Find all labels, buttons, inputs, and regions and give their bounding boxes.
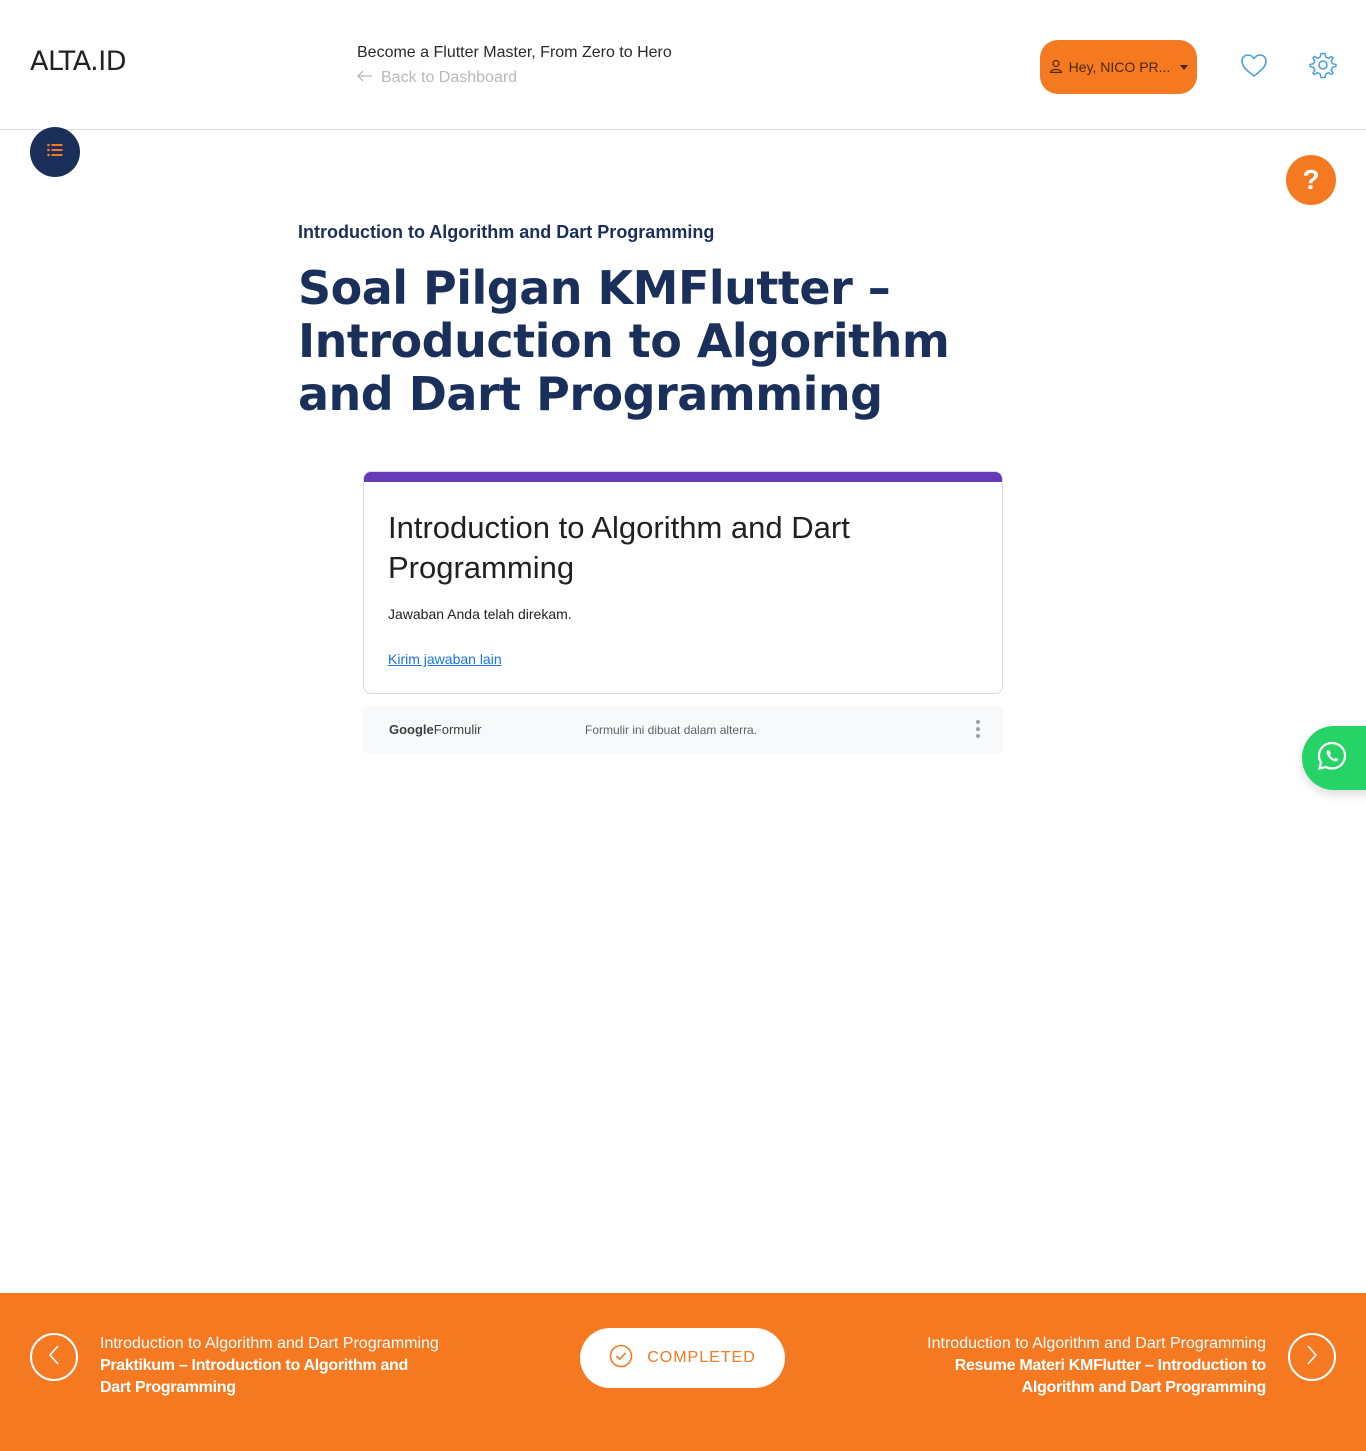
heart-icon: [1240, 54, 1268, 84]
caret-down-icon: [1180, 64, 1189, 70]
check-circle-icon: [609, 1344, 633, 1373]
google-form-footer: GoogleFormulir Formulir ini dibuat dalam…: [363, 706, 1003, 753]
help-button[interactable]: ?: [1286, 155, 1336, 205]
form-footer-note: Formulir ini dibuat dalam alterra.: [585, 723, 758, 737]
site-logo[interactable]: ALTA.ID: [30, 46, 127, 77]
previous-lesson-link[interactable]: Introduction to Algorithm and Dart Progr…: [100, 1333, 440, 1399]
form-confirmation-message: Jawaban Anda telah direkam.: [388, 606, 572, 622]
previous-lesson-button[interactable]: [30, 1333, 78, 1381]
next-lesson-button[interactable]: [1288, 1333, 1336, 1381]
question-icon: ?: [1302, 164, 1320, 195]
form-accent-bar: [364, 472, 1002, 482]
course-title: Become a Flutter Master, From Zero to He…: [357, 44, 672, 61]
back-link-label: Back to Dashboard: [381, 69, 518, 86]
submit-another-response-link[interactable]: Kirim jawaban lain: [388, 651, 502, 667]
next-lesson-title: Resume Materi KMFlutter – Introduction t…: [954, 1357, 1267, 1396]
user-icon: [1049, 59, 1063, 76]
google-forms-brand[interactable]: GoogleFormulir: [389, 722, 481, 737]
list-icon: [47, 143, 63, 162]
top-header: ALTA.ID Become a Flutter Master, From Ze…: [0, 0, 1366, 130]
chevron-left-icon: [47, 1344, 61, 1371]
chevron-right-icon: [1305, 1344, 1319, 1371]
next-lesson-link[interactable]: Introduction to Algorithm and Dart Progr…: [926, 1333, 1266, 1399]
user-menu-button[interactable]: Hey, NICO PR...: [1040, 40, 1197, 94]
back-to-dashboard-link[interactable]: Back to Dashboard: [357, 69, 517, 87]
previous-lesson-section: Introduction to Algorithm and Dart Progr…: [100, 1335, 439, 1352]
forms-brand-text: Formulir: [433, 722, 482, 737]
arrow-left-icon: [357, 69, 373, 87]
next-lesson-section: Introduction to Algorithm and Dart Progr…: [927, 1335, 1266, 1352]
more-vertical-icon[interactable]: [975, 720, 981, 738]
whatsapp-icon: [1316, 740, 1348, 777]
completed-label: COMPLETED: [647, 1349, 756, 1366]
page-title: Soal Pilgan KMFlutter – Introduction to …: [298, 261, 950, 421]
gear-icon: [1309, 52, 1337, 83]
wishlist-button[interactable]: [1240, 52, 1268, 80]
form-title: Introduction to Algorithm and Dart Progr…: [388, 510, 850, 585]
user-greeting: Hey, NICO PR...: [1068, 59, 1171, 75]
completed-status-button[interactable]: COMPLETED: [580, 1328, 785, 1388]
whatsapp-chat-button[interactable]: [1302, 726, 1366, 790]
course-outline-button[interactable]: [30, 127, 80, 177]
previous-lesson-title: Praktikum – Introduction to Algorithm an…: [100, 1357, 409, 1396]
lesson-navigation-bar: Introduction to Algorithm and Dart Progr…: [0, 1293, 1366, 1451]
google-brand-text: Google: [389, 722, 434, 737]
section-label: Introduction to Algorithm and Dart Progr…: [298, 222, 715, 242]
settings-button[interactable]: [1309, 51, 1337, 79]
google-form-embed: Introduction to Algorithm and Dart Progr…: [363, 471, 1003, 694]
